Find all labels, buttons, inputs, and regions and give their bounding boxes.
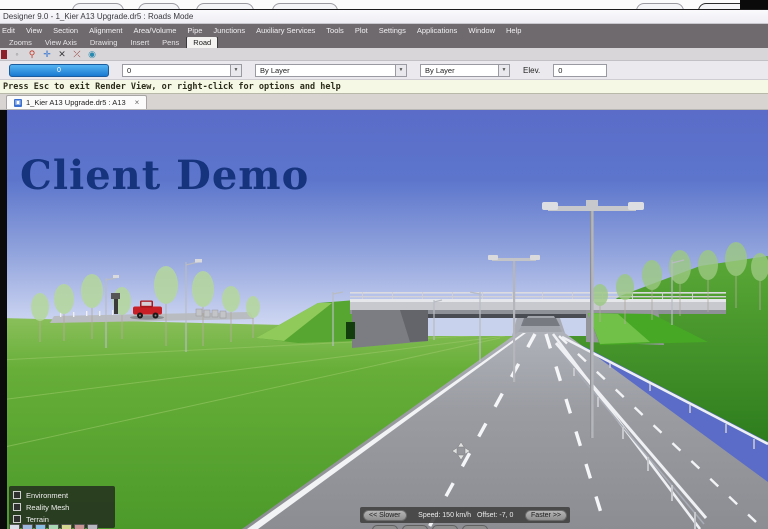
- title-bar: Designer 9.0 - 1_Kier A13 Upgrade.dr5 : …: [0, 10, 768, 24]
- pen-number-field[interactable]: 0: [122, 64, 230, 77]
- layer-checkbox[interactable]: [13, 515, 21, 523]
- menu-item-tools[interactable]: Tools: [321, 26, 349, 35]
- layer-label: Reality Mesh: [26, 503, 69, 512]
- line-style-combo[interactable]: By Layer ▼: [255, 64, 407, 77]
- document-icon: ▣: [14, 99, 22, 107]
- slower-button[interactable]: << Slower: [363, 510, 407, 521]
- bridge-shadow: [521, 318, 560, 326]
- drive-extra-buttons[interactable]: [372, 525, 488, 529]
- tool-icon-row: ◦ ⚲ ✛ ✕ ⤫ ◉: [0, 48, 768, 61]
- clipped-icon: [1, 50, 7, 59]
- ghost-tab: [72, 3, 124, 10]
- ribbon-tab-insert[interactable]: Insert: [124, 37, 155, 48]
- document-tab-label: 1_Kier A13 Upgrade.dr5 : A13: [26, 98, 126, 107]
- elevation-combo[interactable]: 0: [553, 64, 607, 77]
- document-tab-bar: ▣ 1_Kier A13 Upgrade.dr5 : A13 ×: [0, 94, 768, 110]
- drive-controls: << Slower Speed: 150 km/h Offset: -7, 0 …: [360, 507, 570, 523]
- menu-item-pipe[interactable]: Pipe: [182, 26, 207, 35]
- menu-item-window[interactable]: Window: [463, 26, 500, 35]
- menu-bar: EditViewSectionAlignmentArea/VolumePipeJ…: [0, 24, 768, 37]
- chevron-down-icon[interactable]: ▼: [395, 64, 407, 77]
- menu-item-plot[interactable]: Plot: [350, 26, 373, 35]
- pen-number-combo[interactable]: 0 ▼: [122, 64, 242, 77]
- menu-item-section[interactable]: Section: [48, 26, 83, 35]
- mini-button[interactable]: [9, 524, 20, 529]
- background-window-strip: [0, 0, 768, 10]
- mini-button[interactable]: [48, 524, 59, 529]
- offset-readout: Offset: -7, 0: [477, 512, 513, 519]
- pointer-icon[interactable]: ◦: [12, 50, 22, 59]
- window-title: Designer 9.0 - 1_Kier A13 Upgrade.dr5 : …: [3, 12, 193, 21]
- cut-icon[interactable]: ✕: [57, 50, 67, 59]
- drive-extra-button[interactable]: [402, 525, 428, 529]
- drive-extra-button[interactable]: [372, 525, 398, 529]
- menu-item-auxiliary-services[interactable]: Auxiliary Services: [251, 26, 320, 35]
- ghost-tab: [138, 3, 180, 10]
- menu-item-edit[interactable]: Edit: [0, 26, 20, 35]
- mini-button[interactable]: [87, 524, 98, 529]
- drive-extra-button[interactable]: [432, 525, 458, 529]
- layers-panel: Environment Reality Mesh Terrain: [9, 486, 115, 528]
- world-icon[interactable]: ◉: [87, 50, 97, 59]
- menu-item-alignment[interactable]: Alignment: [84, 26, 127, 35]
- layer-label: Terrain: [26, 515, 49, 524]
- application-window: Designer 9.0 - 1_Kier A13 Upgrade.dr5 : …: [0, 0, 768, 529]
- layer-mini-buttons[interactable]: [9, 524, 98, 529]
- mini-button[interactable]: [74, 524, 85, 529]
- pen-color-button[interactable]: 0: [9, 64, 109, 77]
- close-icon[interactable]: ×: [135, 98, 140, 107]
- layer-row-environment: Environment: [13, 489, 111, 501]
- mini-button[interactable]: [22, 524, 33, 529]
- status-message: Press Esc to exit Render View, or right-…: [3, 82, 341, 92]
- pen-color-label: 0: [57, 67, 61, 74]
- layer-label: Environment: [26, 491, 68, 500]
- ribbon-tab-pens[interactable]: Pens: [156, 37, 185, 48]
- ribbon-tab-view-axis[interactable]: View Axis: [39, 37, 83, 48]
- document-tab[interactable]: ▣ 1_Kier A13 Upgrade.dr5 : A13 ×: [6, 95, 147, 109]
- menu-item-area-volume[interactable]: Area/Volume: [128, 26, 181, 35]
- menu-item-junctions[interactable]: Junctions: [208, 26, 250, 35]
- menu-item-settings[interactable]: Settings: [374, 26, 411, 35]
- ribbon-tab-zooms[interactable]: Zooms: [3, 37, 38, 48]
- render-viewport[interactable]: Client Demo Environment Reality Mesh Terra…: [0, 110, 768, 529]
- chevron-down-icon[interactable]: ▼: [498, 64, 510, 77]
- ribbon-tab-road[interactable]: Road: [186, 37, 218, 48]
- ghost-tab: [636, 3, 684, 10]
- menu-item-help[interactable]: Help: [501, 26, 526, 35]
- elevation-label: Elev.: [523, 66, 540, 75]
- menu-item-view[interactable]: View: [21, 26, 47, 35]
- layer-checkbox[interactable]: [13, 503, 21, 511]
- menu-item-applications[interactable]: Applications: [412, 26, 462, 35]
- drive-extra-button[interactable]: [462, 525, 488, 529]
- ghost-tab: [272, 3, 338, 10]
- chevron-down-icon[interactable]: ▼: [230, 64, 242, 77]
- viewport-edge: [0, 110, 7, 529]
- axis-icon[interactable]: ⤫: [72, 50, 82, 59]
- layer-row-reality-mesh: Reality Mesh: [13, 501, 111, 513]
- line-width-combo[interactable]: By Layer ▼: [420, 64, 510, 77]
- watermark-text: Client Demo: [20, 152, 309, 199]
- plumb-icon[interactable]: ⚲: [27, 50, 37, 59]
- elevation-field[interactable]: 0: [553, 64, 607, 77]
- property-bar: 0 0 ▼ By Layer ▼ By Layer ▼ Elev. 0: [0, 61, 768, 80]
- line-style-field[interactable]: By Layer: [255, 64, 395, 77]
- layer-checkbox[interactable]: [13, 491, 21, 499]
- screen-corner: [740, 0, 768, 10]
- mini-button[interactable]: [61, 524, 72, 529]
- speed-readout: Speed: 150 km/h: [418, 512, 471, 519]
- mini-button[interactable]: [35, 524, 46, 529]
- ribbon-row: ZoomsView AxisDrawingInsertPensRoad: [0, 37, 768, 48]
- status-bar: Press Esc to exit Render View, or right-…: [0, 80, 768, 94]
- move-icon[interactable]: ✛: [42, 50, 52, 59]
- ghost-tab: [196, 3, 254, 10]
- ribbon-tab-drawing[interactable]: Drawing: [84, 37, 124, 48]
- faster-button[interactable]: Faster >>: [525, 510, 567, 521]
- line-width-field[interactable]: By Layer: [420, 64, 498, 77]
